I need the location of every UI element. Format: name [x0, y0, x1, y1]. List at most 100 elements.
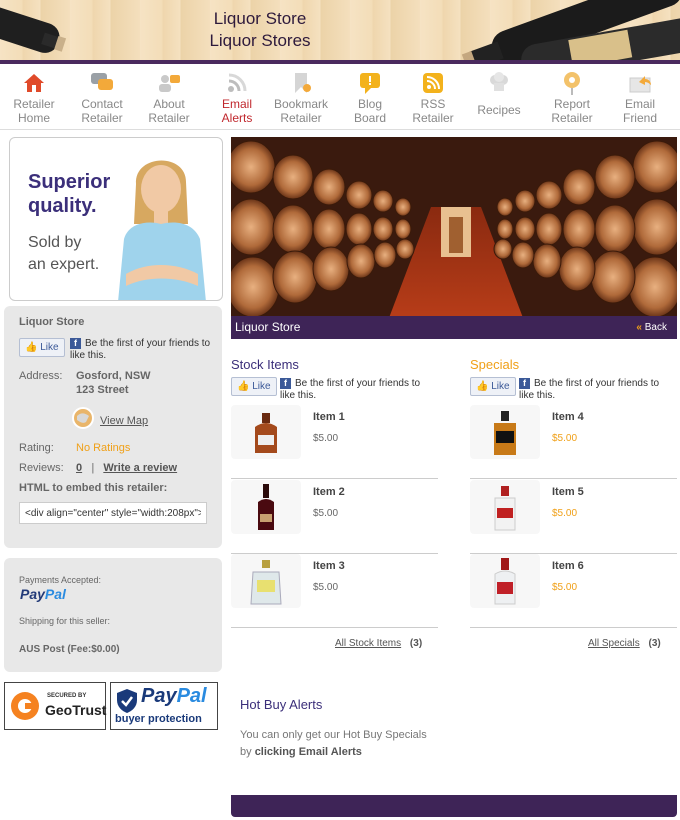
promo-headline-2: quality. [28, 195, 97, 217]
facebook-like-button[interactable]: 👍 Like [19, 338, 65, 357]
all-stock-items-link[interactable]: All Stock Items [335, 638, 401, 649]
blog-icon [360, 73, 380, 94]
embed-label: HTML to embed this retailer: [19, 482, 168, 494]
email-alerts-link[interactable]: clicking Email Alerts [255, 746, 362, 758]
store-title: Liquor Store [213, 9, 307, 28]
shipping-label: Shipping for this seller: [19, 616, 111, 626]
geotrust-badge[interactable]: SECURED BY GeoTrust [4, 682, 106, 730]
address-label: Address: [19, 370, 63, 382]
nav-recipes[interactable]: Recipes [466, 70, 532, 116]
item-thumbnail [231, 405, 301, 459]
shield-check-icon [117, 689, 137, 713]
wine-bottles-image [461, 0, 680, 60]
back-link[interactable]: « Back [636, 322, 667, 333]
facebook-social-text: Be the first of your friends to like thi… [70, 338, 211, 361]
item-price: $5.00 [313, 508, 339, 519]
nav-email-friend[interactable]: Email Friend [607, 70, 673, 124]
hero-caption-bar: Liquor Store « Back [231, 316, 677, 339]
nav-retailer-home[interactable]: Retailer Home [1, 70, 67, 124]
promo-banner: Superior quality. Sold by an expert. [9, 137, 223, 301]
promo-sub-2: an expert. [28, 256, 100, 273]
brandy-bottle-image [255, 413, 277, 453]
facebook-icon: f [519, 378, 530, 389]
promo-sub-1: Sold by [28, 234, 82, 251]
bookmark-icon [295, 73, 311, 93]
special-item[interactable]: Item 6 $5.00 [470, 554, 677, 628]
store-subtitle: Liquor Stores [209, 31, 311, 50]
all-specials-link[interactable]: All Specials [588, 638, 640, 649]
embed-code-field[interactable] [19, 502, 207, 524]
nav-bookmark-retailer[interactable]: Bookmark Retailer [268, 70, 334, 124]
nav-about-retailer[interactable]: About Retailer [136, 70, 202, 124]
item-price: $5.00 [552, 582, 578, 593]
item-thumbnail [470, 480, 540, 534]
facebook-icon: f [70, 338, 81, 349]
retailer-info-panel: Liquor Store 👍 Like f Be the first of you… [4, 306, 222, 548]
people-icon [159, 75, 180, 92]
paypal-buyer-protection-badge[interactable]: PayPal buyer protection [110, 682, 218, 730]
chef-hat-icon [490, 72, 508, 91]
specials-count: (3) [648, 638, 661, 649]
nav-report-retailer[interactable]: Report Retailer [539, 70, 605, 124]
double-chevron-left-icon: « [636, 322, 642, 333]
address-line-1: Gosford, NSW [76, 370, 151, 382]
item-name: Item 1 [313, 411, 345, 423]
geotrust-logo-icon [11, 692, 39, 720]
report-pin-icon [564, 72, 580, 95]
whisky-bottle-image [494, 411, 516, 455]
stock-count: (3) [409, 638, 423, 649]
item-price: $5.00 [552, 433, 578, 444]
stock-facebook-text: Be the first of your friends to like thi… [280, 378, 421, 401]
special-item[interactable]: Item 4 $5.00 [470, 405, 677, 479]
rss-icon [228, 73, 247, 92]
vodka-bottle-image [494, 558, 516, 605]
specials-heading: Specials [470, 357, 520, 372]
promo-headline-1: Superior [28, 171, 111, 193]
retailer-nav: Retailer Home Contact Retailer About Ret… [0, 64, 680, 130]
stock-item[interactable]: Item 1 $5.00 [231, 405, 438, 479]
hero-image [231, 137, 677, 339]
home-icon [24, 74, 44, 92]
stock-item[interactable]: Item 2 $5.00 [231, 480, 438, 554]
wine-cellar-photo [231, 137, 677, 339]
reviews-count-link[interactable]: 0 [76, 462, 82, 474]
item-name: Item 5 [552, 486, 584, 498]
gin-bottle-image [494, 486, 516, 531]
rating-value: No Ratings [76, 442, 131, 454]
forward-mail-icon [629, 76, 651, 93]
specials-like-button[interactable]: 👍 Like [470, 377, 516, 396]
special-item[interactable]: Item 5 $5.00 [470, 480, 677, 554]
red-wine-bottle-image [258, 484, 274, 530]
payment-panel: Payments Accepted: PayPal Shipping for t… [4, 558, 222, 672]
view-map-link[interactable]: View Map [100, 415, 148, 427]
facebook-icon: f [280, 378, 291, 389]
hot-buy-text: You can only get our Hot Buy Specials by… [240, 729, 427, 758]
nav-rss-retailer[interactable]: RSS Retailer [400, 70, 466, 124]
retailer-name: Liquor Store [19, 316, 85, 328]
stock-item[interactable]: Item 3 $5.00 [231, 554, 438, 628]
write-review-link[interactable]: Write a review [103, 462, 177, 474]
payments-accepted-label: Payments Accepted: [19, 575, 102, 585]
stock-items-heading: Stock Items [231, 357, 299, 372]
item-name: Item 2 [313, 486, 345, 498]
specials-facebook-text: Be the first of your friends to like thi… [519, 378, 660, 401]
item-price: $5.00 [313, 433, 339, 444]
stock-like-button[interactable]: 👍 Like [231, 377, 277, 396]
hot-buy-heading: Hot Buy Alerts [240, 697, 323, 712]
item-name: Item 6 [552, 560, 584, 572]
nav-email-alerts[interactable]: Email Alerts [204, 70, 270, 124]
item-name: Item 4 [552, 411, 584, 423]
nav-contact-retailer[interactable]: Contact Retailer [69, 70, 135, 124]
separator: | [91, 462, 95, 474]
promo-woman-photo [118, 160, 206, 300]
paypal-logo: PayPal [20, 586, 66, 602]
item-thumbnail [470, 554, 540, 608]
reviews-label: Reviews: [19, 462, 64, 474]
site-header: Liquor Store Liquor Stores [0, 0, 680, 64]
item-price: $5.00 [552, 508, 578, 519]
item-price: $5.00 [313, 582, 339, 593]
chat-bubbles-icon [91, 73, 113, 90]
nav-blog-board[interactable]: Blog Board [337, 70, 403, 124]
rating-label: Rating: [19, 442, 54, 454]
map-icon[interactable] [72, 407, 94, 429]
